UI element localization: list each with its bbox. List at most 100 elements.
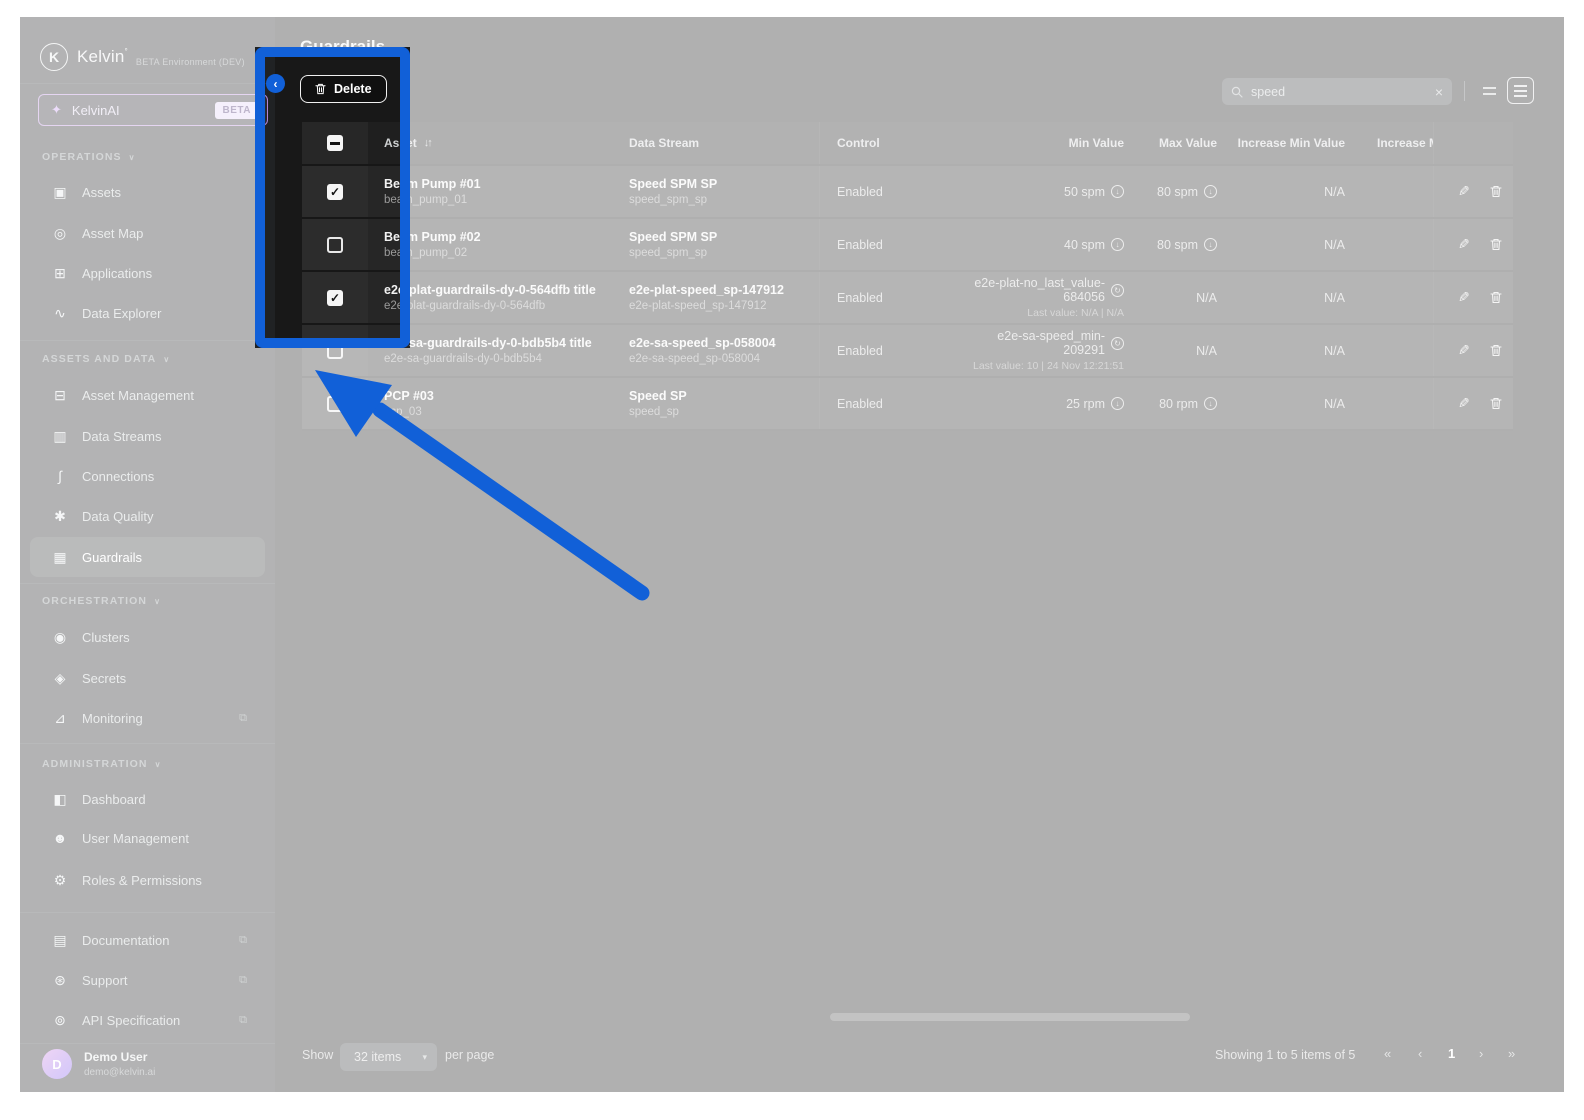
data-stream-name: e2e-sa-speed_sp-058004 [629, 336, 776, 350]
sidebar-item-applications[interactable]: ⊞ Applications [30, 253, 265, 293]
section-administration[interactable]: Administration ∨ [20, 758, 162, 770]
delete-label: Delete [334, 82, 372, 96]
asset-id: beam_pump_02 [384, 247, 468, 259]
section-orchestration[interactable]: Orchestration ∨ [20, 595, 161, 607]
chevron-down-icon: ∨ [128, 152, 136, 162]
last-page-button[interactable]: » [1508, 1046, 1515, 1061]
sidebar: K Kelvin° BETA Environment (DEV) ✦ Kelvi… [20, 17, 275, 1092]
circle-refresh-icon: ↻ [1111, 336, 1124, 350]
edit-icon[interactable]: ✎ [1458, 183, 1470, 200]
search-input[interactable] [1249, 83, 1429, 100]
external-link-icon: ⧉ [239, 1013, 247, 1026]
asset-name: e2e-sa-guardrails-dy-0-bdb5b4 title [384, 336, 592, 350]
sidebar-collapse-button[interactable]: ‹ [266, 74, 285, 93]
row-checkbox[interactable] [327, 183, 343, 200]
clear-search-icon[interactable]: × [1435, 85, 1443, 99]
trash-icon[interactable] [1490, 238, 1502, 251]
sidebar-item-user-management[interactable]: ☻ User Management [30, 818, 265, 858]
sidebar-item-monitoring[interactable]: ⊿ Monitoring ⧉ [30, 698, 265, 738]
sidebar-item-secrets[interactable]: ◈ Secrets [30, 658, 265, 698]
sidebar-item-asset-management[interactable]: ⊟ Asset Management [30, 375, 265, 415]
first-page-button[interactable]: « [1384, 1046, 1391, 1061]
list-view-button[interactable] [1507, 77, 1534, 104]
compact-view-button[interactable] [1476, 77, 1503, 104]
sidebar-item-asset-map[interactable]: ◎ Asset Map [30, 213, 265, 253]
edit-icon[interactable]: ✎ [1458, 236, 1470, 253]
row-checkbox[interactable] [327, 395, 343, 412]
sidebar-item-data-quality[interactable]: ✱ Data Quality [30, 496, 265, 536]
data-stream-id: e2e-plat-speed_sp-147912 [629, 300, 767, 312]
sidebar-item-roles-permissions[interactable]: ⚙ Roles & Permissions [30, 860, 265, 900]
trash-icon[interactable] [1490, 291, 1502, 304]
table-row: Beam Pump #02 beam_pump_02 Speed SPM SP … [302, 219, 1513, 272]
delete-button[interactable]: Delete [300, 75, 387, 103]
search-box: × [1222, 78, 1452, 105]
section-assets-and-data[interactable]: Assets and Data ∨ [20, 353, 170, 365]
sidebar-item-support[interactable]: ⊛ Support ⧉ [30, 960, 265, 1000]
row-checkbox[interactable] [327, 236, 343, 253]
monitoring-chart-icon: ⊿ [54, 709, 66, 726]
column-header-asset[interactable]: Asset ↓↑ [368, 122, 614, 164]
section-operations[interactable]: Operations ∨ [20, 151, 136, 163]
edit-icon[interactable]: ✎ [1458, 342, 1470, 359]
document-icon: ▤ [53, 931, 67, 948]
kelvinai-button[interactable]: ✦ KelvinAI BETA [38, 94, 268, 126]
trash-icon[interactable] [1490, 344, 1502, 357]
sidebar-item-label: Roles & Permissions [82, 872, 202, 888]
data-stream-name: Speed SPM SP [629, 177, 718, 191]
globe-icon: ◎ [53, 224, 67, 241]
row-checkbox[interactable] [327, 289, 343, 306]
column-header-increase-min-value: Increase Min Value [1237, 136, 1345, 150]
guardrails-table: Asset ↓↑ Data Stream Control Min Value Ma… [302, 122, 1513, 431]
control-status: Enabled [837, 290, 883, 305]
sidebar-item-clusters[interactable]: ◉ Clusters [30, 617, 265, 657]
edit-icon[interactable]: ✎ [1458, 395, 1470, 412]
lifebuoy-icon: ⊛ [54, 971, 66, 988]
trash-icon[interactable] [1490, 185, 1502, 198]
divider [20, 743, 275, 744]
sidebar-item-label: Clusters [82, 629, 130, 645]
select-all-checkbox[interactable] [327, 135, 343, 151]
sidebar-item-api-specification[interactable]: ⊚ API Specification ⧉ [30, 1000, 265, 1040]
user-profile[interactable]: D Demo User demo@kelvin.ai [42, 1049, 155, 1079]
max-value: 80 spm [1157, 237, 1198, 252]
asset-id: beam_pump_01 [384, 194, 468, 206]
divider [20, 83, 275, 84]
page-size-dropdown[interactable]: 32 items ▾ [340, 1043, 437, 1071]
asset-name: Beam Pump #01 [384, 177, 481, 191]
circle-arrow-down-icon: ↓ [1204, 397, 1217, 410]
edit-icon[interactable]: ✎ [1458, 289, 1470, 306]
sidebar-item-data-explorer[interactable]: ∿ Data Explorer [30, 293, 265, 333]
sidebar-item-connections[interactable]: ∫ Connections [30, 456, 265, 496]
increase-min-value: N/A [1324, 237, 1345, 252]
trash-icon[interactable] [1490, 397, 1502, 410]
sidebar-item-label: API Specification [82, 1012, 181, 1028]
horizontal-scrollbar[interactable] [830, 1013, 1190, 1021]
min-value: 40 spm [1064, 237, 1105, 252]
asset-name: e2e-plat-guardrails-dy-0-564dfb title [384, 283, 596, 297]
data-stream-name: Speed SP [629, 389, 687, 403]
sidebar-item-assets[interactable]: ▣ Assets [30, 172, 265, 212]
table-row: e2e-plat-guardrails-dy-0-564dfb title e2… [302, 272, 1513, 325]
api-icon: ⊚ [54, 1011, 66, 1028]
sort-icon[interactable]: ↓↑ [424, 137, 433, 149]
circle-arrow-down-icon: ↓ [1111, 185, 1124, 198]
asset-name: Beam Pump #02 [384, 230, 481, 244]
sidebar-item-dashboard[interactable]: ◧ Dashboard [30, 779, 265, 819]
divider [20, 583, 275, 584]
data-stream-id: speed_spm_sp [629, 194, 707, 206]
connections-icon: ∫ [58, 468, 62, 484]
sidebar-item-documentation[interactable]: ▤ Documentation ⧉ [30, 920, 265, 960]
row-checkbox[interactable] [327, 342, 343, 359]
sidebar-item-data-streams[interactable]: ▥ Data Streams [30, 416, 265, 456]
chevron-down-icon: ∨ [154, 596, 162, 606]
waveform-icon: ∿ [54, 304, 66, 321]
next-page-button[interactable]: › [1479, 1046, 1483, 1061]
data-stream-name: e2e-plat-speed_sp-147912 [629, 283, 784, 297]
sidebar-item-label: Connections [82, 468, 155, 484]
column-header-data-stream: Data Stream [629, 136, 700, 150]
data-quality-icon: ✱ [54, 507, 66, 524]
sidebar-item-guardrails[interactable]: ▦ Guardrails [30, 537, 265, 577]
environment-label: BETA Environment (DEV) [135, 57, 245, 67]
previous-page-button[interactable]: ‹ [1418, 1046, 1422, 1061]
